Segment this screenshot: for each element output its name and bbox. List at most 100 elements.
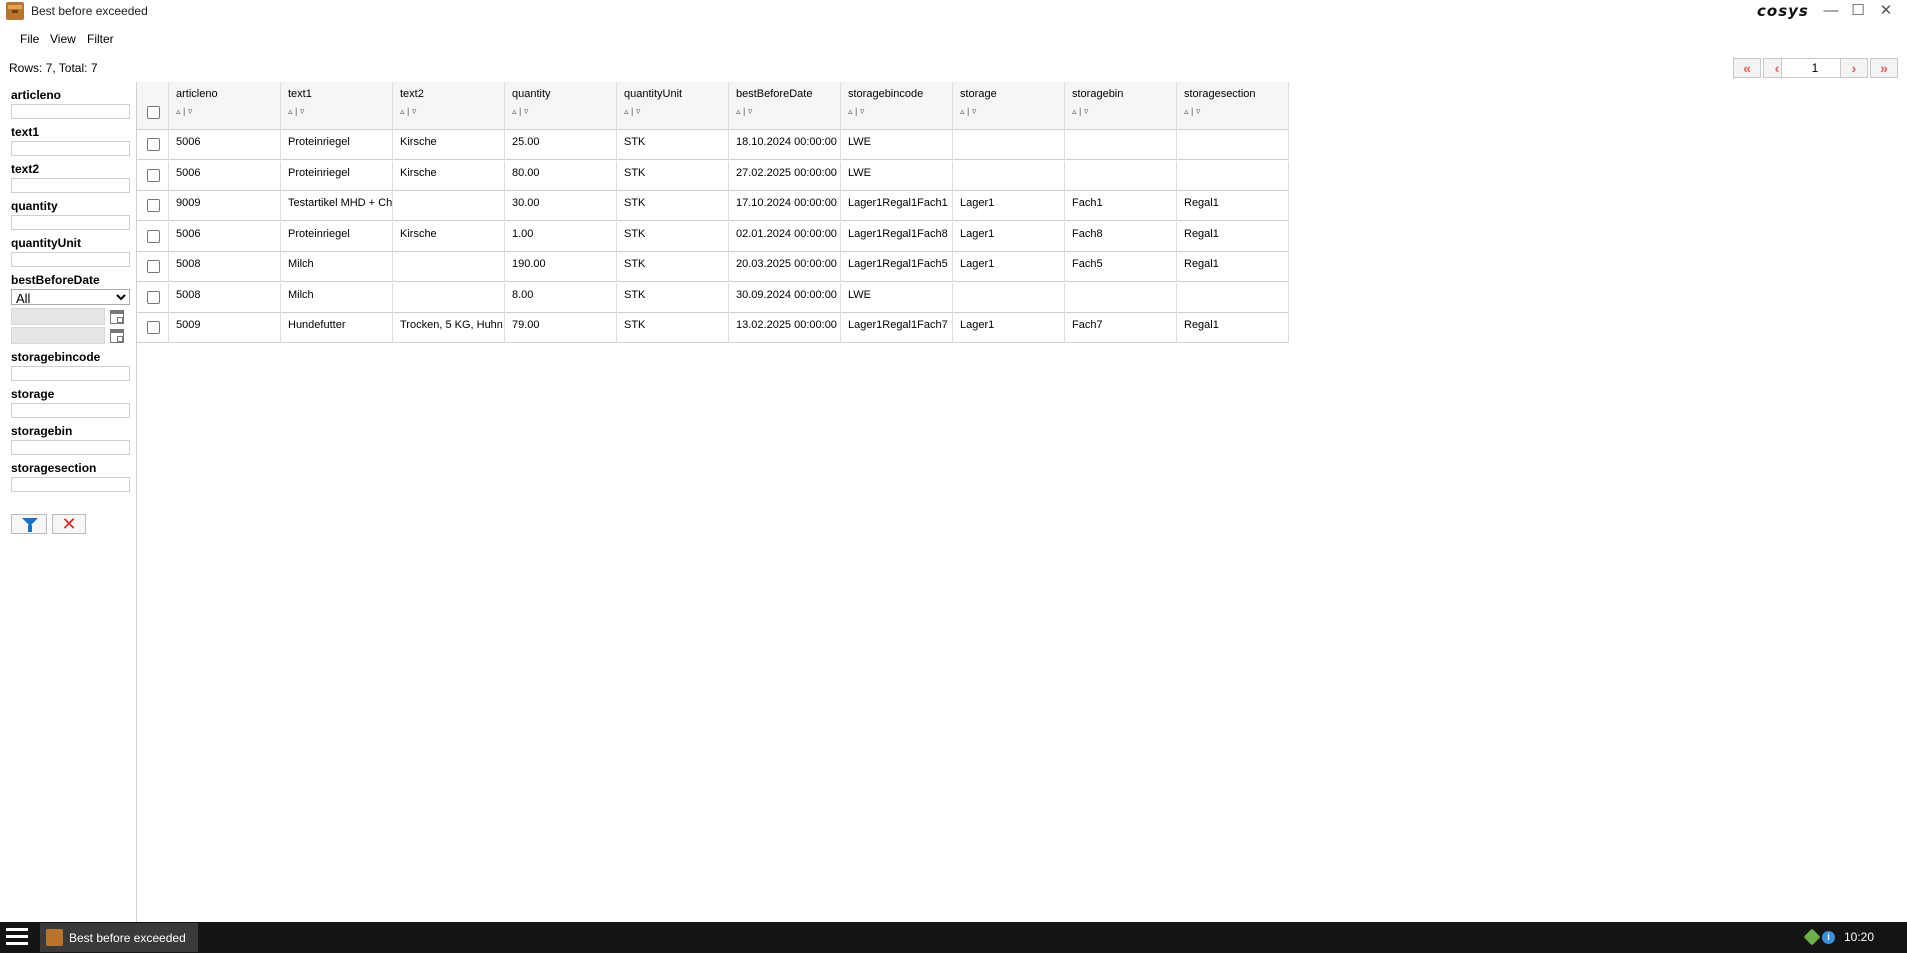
- cell-articleno: 5008: [169, 282, 281, 313]
- minimize-button[interactable]: —: [1821, 1, 1841, 21]
- filter-articleno-input[interactable]: [11, 104, 130, 119]
- row-select-cell: [137, 160, 169, 191]
- cell-storagebin: [1065, 282, 1177, 313]
- row-checkbox[interactable]: [147, 290, 160, 304]
- menu-file[interactable]: File: [20, 32, 39, 46]
- row-checkbox[interactable]: [147, 229, 160, 243]
- first-page-button[interactable]: «: [1733, 58, 1761, 78]
- filter-storagebin-input[interactable]: [11, 440, 130, 455]
- table-row[interactable]: 5006 Proteinriegel Kirsche 25.00 STK 18.10.20…: [137, 130, 1289, 160]
- cell-storagebincode: LWE: [841, 160, 953, 191]
- bestbeforedate-mode-select[interactable]: All: [11, 289, 130, 305]
- cell-storage: Lager1: [953, 221, 1065, 252]
- sort-arrows-icon[interactable]: ▵ | ▿: [400, 106, 416, 117]
- cell-storagebincode: Lager1Regal1Fach1: [841, 191, 953, 221]
- cell-storagesection: Regal1: [1177, 191, 1289, 221]
- filter-quantity-input[interactable]: [11, 215, 130, 230]
- date-to-input[interactable]: [11, 327, 105, 344]
- date-from-input[interactable]: [11, 308, 105, 325]
- column-header-text2[interactable]: text2 ▵ | ▿: [393, 82, 505, 130]
- table-row[interactable]: 9009 Testartikel MHD + Ch 30.00 STK 17.10.20…: [137, 191, 1289, 221]
- column-title: articleno: [176, 88, 218, 100]
- taskbar-clock: 10:20: [1844, 930, 1875, 944]
- cell-storagebin: Fach5: [1065, 252, 1177, 282]
- menu-view[interactable]: View: [50, 32, 76, 46]
- cell-storage: Lager1: [953, 191, 1065, 221]
- filter-text1-input[interactable]: [11, 141, 130, 156]
- taskbar-app-label: Best before exceeded: [69, 931, 186, 945]
- sort-arrows-icon[interactable]: ▵ | ▿: [176, 106, 192, 117]
- sort-arrows-icon[interactable]: ▵ | ▿: [960, 106, 976, 117]
- column-header-bestbeforedate[interactable]: bestBeforeDate ▵ | ▿: [729, 82, 841, 130]
- last-page-button[interactable]: »: [1870, 58, 1898, 78]
- row-checkbox[interactable]: [147, 138, 160, 151]
- row-checkbox[interactable]: [147, 321, 160, 334]
- select-all-checkbox[interactable]: [147, 106, 160, 119]
- filter-storagebincode-input[interactable]: [11, 366, 130, 381]
- cell-storagesection: [1177, 160, 1289, 191]
- menu-filter[interactable]: Filter: [87, 32, 114, 46]
- cell-storagebin: Fach7: [1065, 313, 1177, 343]
- menu-bar: File View Filter: [0, 27, 1907, 49]
- cell-quantityunit: STK: [617, 221, 729, 252]
- close-button[interactable]: ✕: [1876, 1, 1896, 21]
- clear-filter-button[interactable]: ✕: [52, 514, 86, 534]
- cell-storagesection: [1177, 282, 1289, 313]
- row-select-cell: [137, 252, 169, 282]
- table-row[interactable]: 5006 Proteinriegel Kirsche 80.00 STK 27.02.20…: [137, 160, 1289, 191]
- filter-label-text1: text1: [11, 125, 40, 139]
- column-title: text1: [288, 88, 312, 100]
- sort-arrows-icon[interactable]: ▵ | ▿: [288, 106, 304, 117]
- filter-label-text2: text2: [11, 162, 40, 176]
- column-header-storagebin[interactable]: storagebin ▵ | ▿: [1065, 82, 1177, 130]
- sort-arrows-icon[interactable]: ▵ | ▿: [1184, 106, 1200, 117]
- column-header-storagebincode[interactable]: storagebincode ▵ | ▿: [841, 82, 953, 130]
- column-header-text1[interactable]: text1 ▵ | ▿: [281, 82, 393, 130]
- cell-articleno: 5008: [169, 252, 281, 282]
- filter-quantityunit-input[interactable]: [11, 252, 130, 267]
- cell-storagebin: [1065, 130, 1177, 160]
- column-header-storagesection[interactable]: storagesection ▵ | ▿: [1177, 82, 1289, 130]
- sort-arrows-icon[interactable]: ▵ | ▿: [848, 106, 864, 117]
- select-all-header: [137, 82, 169, 130]
- cell-quantityunit: STK: [617, 191, 729, 221]
- filter-text2-input[interactable]: [11, 178, 130, 193]
- table-row[interactable]: 5006 Proteinriegel Kirsche 1.00 STK 02.01.202…: [137, 221, 1289, 252]
- column-header-quantityunit[interactable]: quantityUnit ▵ | ▿: [617, 82, 729, 130]
- filter-label-quantity: quantity: [11, 199, 58, 213]
- cell-storagebincode: LWE: [841, 282, 953, 313]
- apply-filter-button[interactable]: [11, 514, 47, 534]
- cell-storage: Lager1: [953, 313, 1065, 343]
- filter-storagesection-input[interactable]: [11, 477, 130, 492]
- table-row[interactable]: 5008 Milch 190.00 STK 20.03.2025 00:00:00 Lag…: [137, 252, 1289, 282]
- sort-arrows-icon[interactable]: ▵ | ▿: [624, 106, 640, 117]
- page-number-input[interactable]: [1781, 58, 1849, 78]
- column-header-articleno[interactable]: articleno ▵ | ▿: [169, 82, 281, 130]
- sort-arrows-icon[interactable]: ▵ | ▿: [1072, 106, 1088, 117]
- next-page-button[interactable]: ›: [1840, 58, 1868, 78]
- column-header-quantity[interactable]: quantity ▵ | ▿: [505, 82, 617, 130]
- taskbar-app-item[interactable]: Best before exceeded: [40, 923, 198, 952]
- sort-arrows-icon[interactable]: ▵ | ▿: [736, 106, 752, 117]
- calendar-icon[interactable]: [110, 329, 124, 343]
- table-row[interactable]: 5008 Milch 8.00 STK 30.09.2024 00:00:00 LWE: [137, 282, 1289, 313]
- row-checkbox[interactable]: [147, 168, 160, 182]
- cell-text2: Kirsche: [393, 130, 505, 160]
- column-header-storage[interactable]: storage ▵ | ▿: [953, 82, 1065, 130]
- cell-text2: Trocken, 5 KG, Huhn: [393, 313, 505, 343]
- calendar-icon[interactable]: [110, 310, 124, 324]
- column-title: storagebincode: [848, 88, 924, 100]
- filter-label-articleno: articleno: [11, 88, 62, 102]
- filter-label-storage: storage: [11, 387, 55, 401]
- row-checkbox[interactable]: [147, 199, 160, 212]
- cell-storage: [953, 160, 1065, 191]
- sort-arrows-icon[interactable]: ▵ | ▿: [512, 106, 528, 117]
- start-menu-icon[interactable]: [6, 928, 28, 948]
- maximize-button[interactable]: ☐: [1848, 1, 1868, 21]
- app-box-icon: [6, 2, 24, 20]
- table-row[interactable]: 5009 Hundefutter Trocken, 5 KG, Huhn 79.00 S…: [137, 313, 1289, 343]
- tray-info-icon[interactable]: i: [1822, 931, 1835, 944]
- filter-storage-input[interactable]: [11, 403, 130, 418]
- row-checkbox[interactable]: [147, 260, 160, 273]
- cosys-logo: cosys: [1757, 2, 1809, 20]
